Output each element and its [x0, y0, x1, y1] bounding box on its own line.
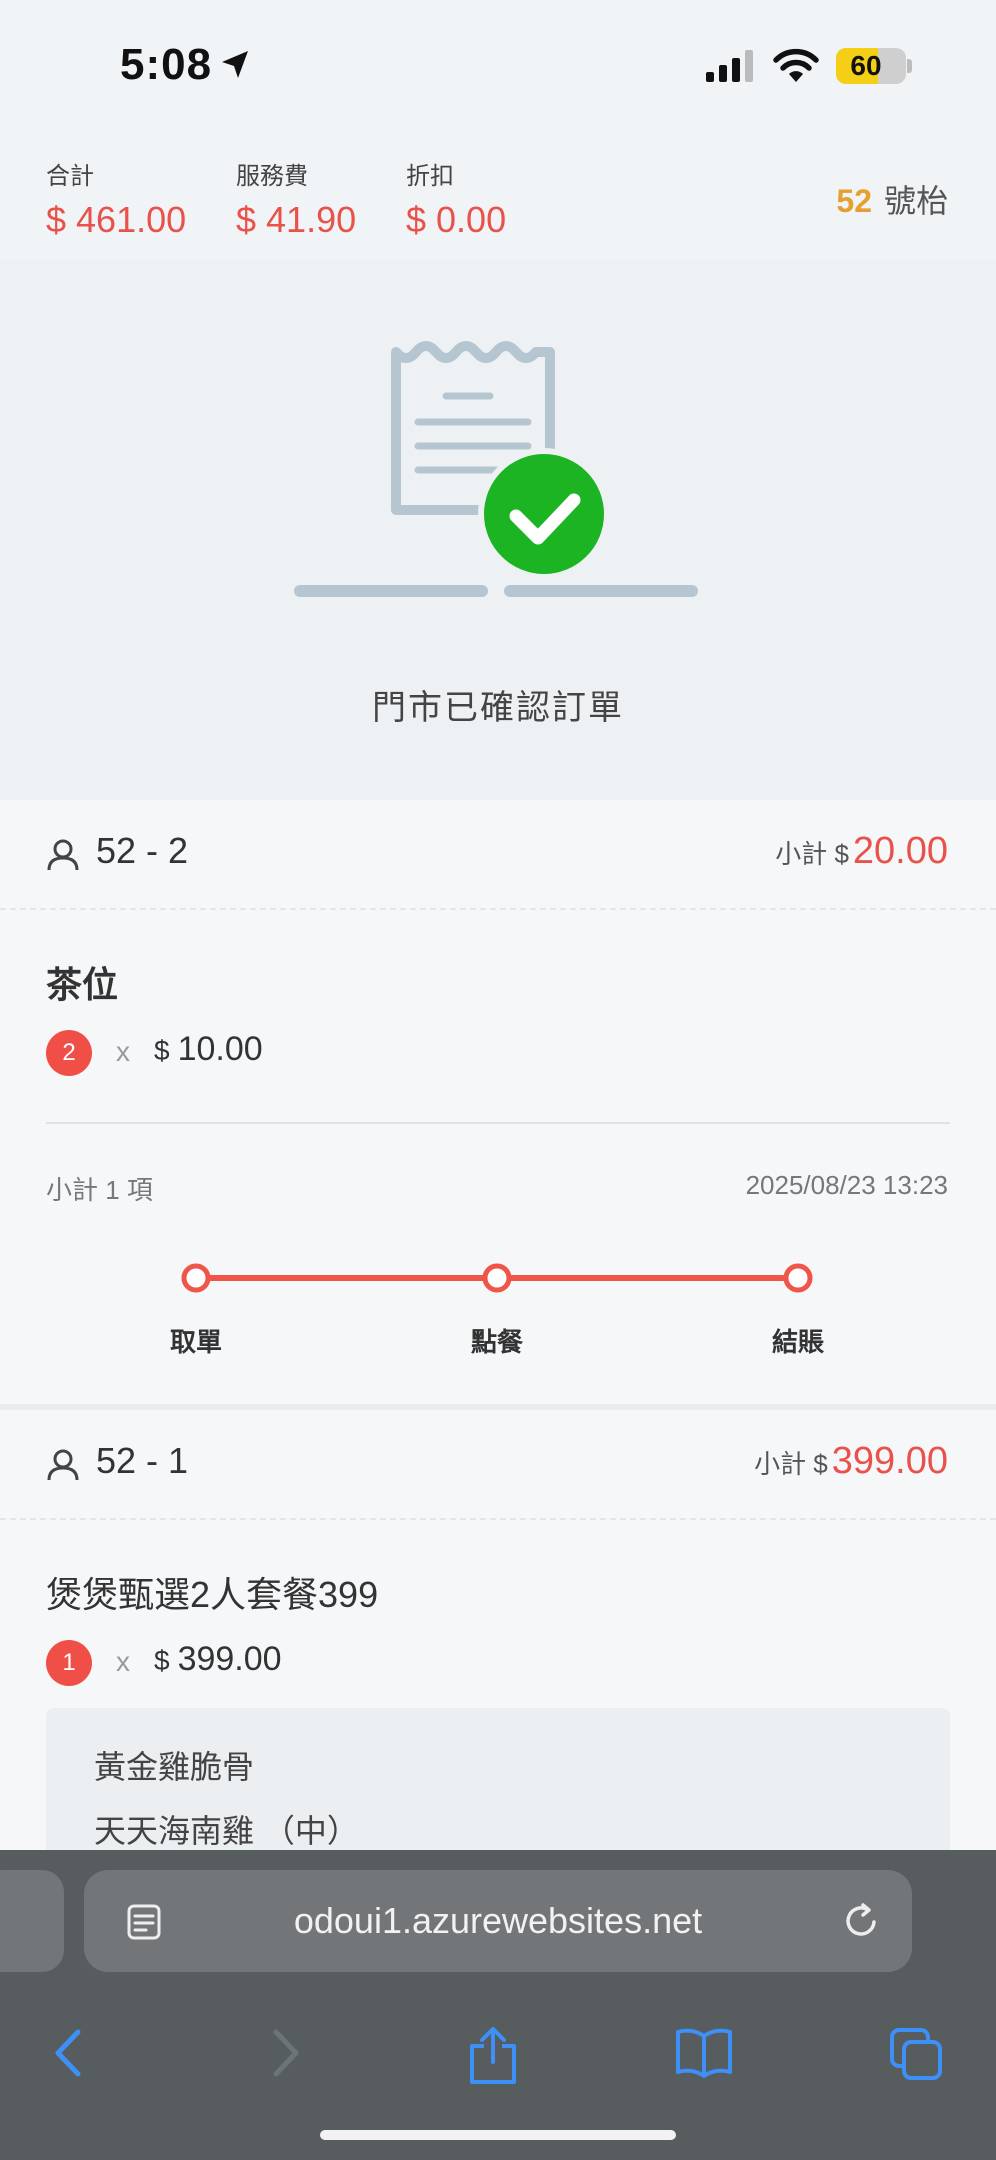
quantity-badge: 1	[46, 1640, 92, 1686]
battery-icon: 60	[836, 48, 906, 84]
step-label-pickup: 取單	[169, 1327, 222, 1357]
cellular-signal-icon	[706, 50, 753, 82]
back-icon[interactable]	[48, 2026, 88, 2080]
table-number: 52 號枱	[836, 176, 948, 222]
step-label-ordering: 點餐	[470, 1327, 523, 1357]
order-progress-tracker	[181, 1263, 813, 1293]
bookmarks-icon[interactable]	[674, 2026, 734, 2080]
item-name: 茶位	[46, 964, 119, 1005]
previous-tab-preview[interactable]	[0, 1870, 64, 1972]
currency-symbol: $	[154, 1645, 170, 1676]
total-label: 合計	[46, 163, 94, 190]
seat-subtotal: 小計 $20.00	[775, 830, 948, 873]
seat-section: 52 - 1 小計 $399.00 煲煲甄選2人套餐399 1 x $399.0…	[0, 1410, 996, 1908]
receipt-confirmed-icon	[294, 341, 698, 597]
option-item: 天天海南雞 （中）	[94, 1813, 359, 1849]
service-charge: 服務費 $ 41.90	[236, 156, 356, 241]
step-dot-checkout	[783, 1263, 813, 1293]
step-label-checkout: 結賬	[771, 1327, 824, 1357]
subtotal-label: 小計 $	[754, 1449, 828, 1479]
item-price-value: 399.00	[177, 1640, 282, 1678]
total-amount: 合計 $ 461.00	[46, 156, 186, 241]
order-status-banner: 門市已確認訂單	[0, 260, 996, 800]
currency-symbol: $	[154, 1035, 170, 1066]
item-price: $10.00	[154, 1030, 263, 1069]
address-url[interactable]: odoui1.azurewebsites.net	[84, 1870, 912, 1972]
step-dot-pickup	[181, 1263, 211, 1293]
option-item: 黃金雞脆骨	[94, 1749, 255, 1785]
order-totals: 合計 $ 461.00 服務費 $ 41.90 折扣 $ 0.00 52 號枱	[0, 140, 996, 260]
step-dot-ordering	[482, 1263, 512, 1293]
location-arrow-icon	[222, 51, 248, 78]
reload-icon[interactable]	[842, 1900, 882, 1940]
order-status-message: 門市已確認訂單	[372, 689, 624, 727]
subtotal-label: 小計 $	[775, 839, 849, 869]
subtotal-value: 20.00	[852, 830, 948, 872]
discount: 折扣 $ 0.00	[406, 156, 506, 241]
times-sign: x	[116, 1036, 130, 1067]
service-label: 服務費	[236, 163, 308, 190]
tabs-icon[interactable]	[888, 2026, 946, 2084]
item-count-summary: 小計 1 項	[46, 1175, 153, 1205]
seat-header: 52 - 1 小計 $399.00	[0, 1410, 996, 1520]
wifi-icon	[773, 48, 819, 82]
subtotal-value: 399.00	[831, 1440, 948, 1482]
battery-cap	[907, 59, 912, 73]
item-price: $399.00	[154, 1640, 282, 1679]
share-icon[interactable]	[466, 2026, 520, 2086]
discount-label: 折扣	[406, 163, 454, 190]
table-number-suffix: 號枱	[883, 183, 948, 219]
forward-icon[interactable]	[266, 2026, 306, 2080]
address-bar[interactable]: odoui1.azurewebsites.net	[84, 1870, 912, 1972]
item-name: 煲煲甄選2人套餐399	[46, 1574, 379, 1615]
status-bar: 5:08 60	[0, 0, 996, 140]
seat-header: 52 - 2 小計 $20.00	[0, 800, 996, 910]
home-indicator[interactable]	[320, 2130, 676, 2140]
seat-subtotal: 小計 $399.00	[754, 1440, 948, 1483]
person-icon	[47, 839, 79, 871]
battery-percent: 60	[850, 50, 882, 81]
discount-value: $ 0.00	[406, 199, 507, 240]
seat-label: 52 - 1	[96, 1440, 189, 1481]
service-value: $ 41.90	[236, 199, 357, 240]
browser-toolbar: odoui1.azurewebsites.net	[0, 1850, 996, 2160]
item-price-value: 10.00	[177, 1030, 263, 1068]
person-icon	[47, 1449, 79, 1481]
total-value: $ 461.00	[46, 199, 187, 240]
quantity-badge: 2	[46, 1030, 92, 1076]
order-timestamp: 2025/08/23 13:23	[745, 1170, 948, 1200]
seat-label: 52 - 2	[96, 830, 189, 871]
seat-section: 52 - 2 小計 $20.00 茶位 2 x $10.00 小計 1 項 20…	[0, 800, 996, 1404]
divider	[46, 1122, 950, 1124]
table-number-value: 52	[836, 183, 872, 219]
status-time: 5:08	[120, 40, 213, 89]
times-sign: x	[116, 1646, 130, 1677]
